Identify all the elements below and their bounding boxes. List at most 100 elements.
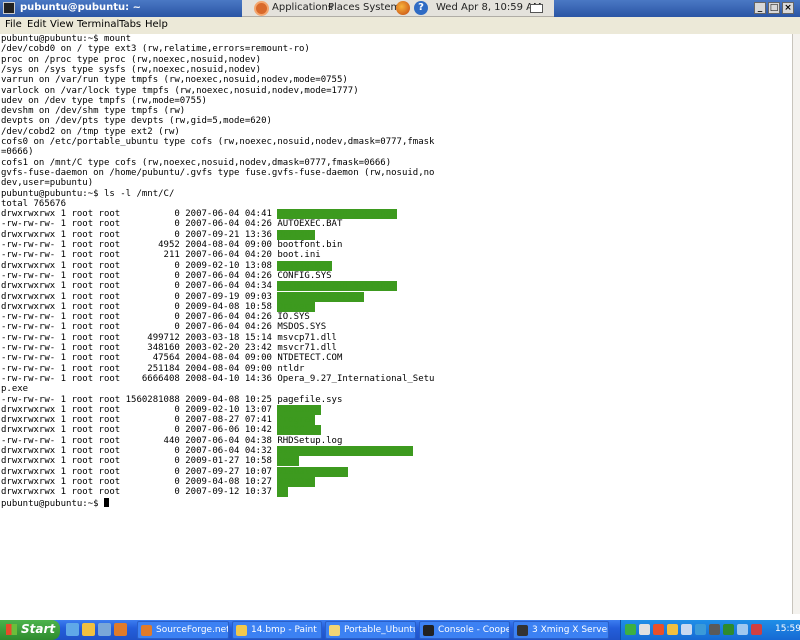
terminal-line: dev,user=pubuntu)	[1, 178, 93, 188]
terminal-line-text: -rw-rw-rw- 1 root root 0 2007-06-04 04:2…	[1, 322, 327, 333]
directory-name: Visual Studio	[277, 466, 348, 477]
taskbar-task-button[interactable]: Console - Cooperati...	[419, 621, 510, 639]
terminal-line: drwxrwxrwx 1 root root 0 2007-06-04 04:3…	[1, 446, 413, 456]
terminal-line-text: drwxrwxrwx 1 root root 0 2007-09-21 13:3…	[1, 229, 278, 240]
terminal-line-text: proc on /proc type proc (rw,noexec,nosui…	[1, 54, 262, 65]
ubuntu-logo-icon[interactable]	[254, 1, 269, 16]
mail-icon[interactable]	[530, 4, 543, 13]
menu-edit[interactable]: Edit	[27, 19, 46, 30]
desktop-quicklaunch-icon[interactable]	[98, 623, 111, 636]
terminal-line-text: drwxrwxrwx 1 root root 0 2007-09-27 10:0…	[1, 466, 278, 477]
terminal-line-text: varrun on /var/run type tmpfs (rw,noexec…	[1, 75, 348, 86]
terminal-line-text: /dev/cobd0 on / type ext3 (rw,relatime,e…	[1, 44, 310, 55]
terminal-line: -rw-rw-rw- 1 root root 47564 2004-08-04 …	[1, 353, 342, 363]
terminal-line: /sys on /sys type sysfs (rw,noexec,nosui…	[1, 65, 261, 75]
task-label: SourceForge.net: P...	[156, 625, 229, 635]
directory-name: WINDOWS	[277, 476, 316, 487]
terminal-line: -rw-rw-rw- 1 root root 6666408 2008-04-1…	[1, 374, 434, 384]
terminal-line: cofs1 on /mnt/C type cofs (rw,noexec,nos…	[1, 158, 391, 168]
directory-name: Downloaded Progs	[277, 291, 365, 302]
tray-icon-3[interactable]	[653, 624, 664, 635]
start-label: Start	[21, 622, 56, 636]
folder-quicklaunch-icon[interactable]	[82, 623, 95, 636]
terminal-line: =0666)	[1, 147, 34, 157]
tray-icon-5[interactable]	[681, 624, 692, 635]
terminal-line-text: -rw-rw-rw- 1 root root 0 2007-06-04 04:2…	[1, 219, 343, 230]
panel-clock[interactable]: Wed Apr 8, 10:59 AM	[436, 2, 542, 13]
close-button[interactable]: ×	[782, 2, 794, 14]
tray-icon-1[interactable]	[625, 624, 636, 635]
maximize-button[interactable]: □	[768, 2, 780, 14]
menu-view[interactable]: View	[50, 19, 74, 30]
terminal-line-text: drwxrwxrwx 1 root root 0 2009-01-27 10:5…	[1, 456, 278, 467]
terminal-line-text: devpts on /dev/pts type devpts (rw,gid=5…	[1, 116, 272, 127]
tray-icon-6[interactable]	[695, 624, 706, 635]
terminal-icon	[3, 2, 15, 14]
taskbar-clock: 15:59	[775, 624, 800, 634]
terminal-line: -rw-rw-rw- 1 root root 251184 2004-08-04…	[1, 364, 304, 374]
start-button[interactable]: Start	[0, 620, 60, 640]
terminal-line: varrun on /var/run type tmpfs (rw,noexec…	[1, 75, 348, 85]
terminal-line-text: drwxrwxrwx 1 root root 0 2007-06-04 04:3…	[1, 281, 278, 292]
windows-flag-icon	[6, 624, 17, 635]
system-menu[interactable]: System	[363, 2, 400, 13]
firefox-quicklaunch-icon[interactable]	[114, 623, 127, 636]
terminal-line-text: /dev/cobd2 on /tmp type ext2 (rw)	[1, 126, 180, 137]
terminal-line-text: drwxrwxrwx 1 root root 0 2009-02-10 13:0…	[1, 404, 278, 415]
terminal-line-text: -rw-rw-rw- 1 root root 4952 2004-08-04 0…	[1, 240, 343, 250]
directory-name: xp	[277, 487, 289, 498]
firefox-icon[interactable]	[396, 1, 410, 15]
directory-name: Drivers	[277, 301, 316, 312]
terminal-line: drwxrwxrwx 1 root root 0 2007-09-12 10:3…	[1, 487, 289, 498]
system-tray: 15:59	[620, 620, 800, 640]
terminal-line: drwxrwxrwx 1 root root 0 2009-02-10 13:0…	[1, 260, 332, 271]
tray-icon-10[interactable]	[751, 624, 762, 635]
terminal-line: devpts on /dev/pts type devpts (rw,gid=5…	[1, 116, 272, 126]
terminal-line-text: pubuntu@pubuntu:~$ mount	[1, 34, 132, 44]
terminal-line-text: drwxrwxrwx 1 root root 0 2009-04-08 10:2…	[1, 476, 278, 487]
menu-terminal[interactable]: Terminal	[77, 19, 119, 30]
menu-help[interactable]: Help	[145, 19, 168, 30]
terminal-line-text: -rw-rw-rw- 1 root root 499712 2003-03-18…	[1, 332, 337, 343]
terminal-line-text: drwxrwxrwx 1 root root 0 2007-09-19 09:0…	[1, 291, 278, 302]
terminal-output[interactable]: pubuntu@pubuntu:~$ mount/dev/cobd0 on / …	[0, 34, 792, 614]
places-menu[interactable]: Places	[328, 2, 360, 13]
terminal-line: -rw-rw-rw- 1 root root 0 2007-06-04 04:2…	[1, 219, 342, 229]
terminal-line: cofs0 on /etc/portable_ubuntu type cofs …	[1, 137, 434, 147]
terminal-line-text: drwxrwxrwx 1 root root 0 2009-02-10 13:0…	[1, 260, 278, 271]
terminal-line: -rw-rw-rw- 1 root root 4952 2004-08-04 0…	[1, 240, 342, 250]
terminal-line: drwxrwxrwx 1 root root 0 2007-09-21 13:3…	[1, 229, 316, 240]
terminal-line: devshm on /dev/shm type tmpfs (rw)	[1, 106, 185, 116]
terminal-line-text: varlock on /var/lock type tmpfs (rw,noex…	[1, 85, 359, 96]
terminal-line-text: devshm on /dev/shm type tmpfs (rw)	[1, 106, 186, 117]
task-label: 3 Xming X Server	[532, 625, 609, 635]
tray-icon-7[interactable]	[709, 624, 720, 635]
menu-tabs[interactable]: Tabs	[119, 19, 141, 30]
terminal-line-text: p.exe	[1, 384, 29, 395]
menu-file[interactable]: File	[5, 19, 22, 30]
terminal-line-text: -rw-rw-rw- 1 root root 211 2007-06-04 04…	[1, 250, 321, 261]
minimize-button[interactable]: _	[754, 2, 766, 14]
terminal-line: drwxrwxrwx 1 root root 0 2007-09-19 09:0…	[1, 291, 365, 302]
applications-menu[interactable]: Applications	[272, 2, 333, 13]
help-icon[interactable]: ?	[414, 1, 428, 15]
taskbar-task-button[interactable]: 3 Xming X Server	[513, 621, 609, 639]
ie-quicklaunch-icon[interactable]	[66, 623, 79, 636]
terminal-line: -rw-rw-rw- 1 root root 1560281088 2009-0…	[1, 395, 342, 405]
terminal-scrollbar[interactable]	[792, 34, 800, 614]
taskbar-task-button[interactable]: SourceForge.net: P...	[137, 621, 229, 639]
terminal-line: pubuntu@pubuntu:~$ ls -l /mnt/C/	[1, 189, 174, 199]
task-app-icon	[517, 625, 528, 636]
tray-icon-2[interactable]	[639, 624, 650, 635]
tray-icon-8[interactable]	[723, 624, 734, 635]
tray-icon-4[interactable]	[667, 624, 678, 635]
terminal-line: drwxrwxrwx 1 root root 0 2007-09-27 10:0…	[1, 466, 348, 477]
taskbar-task-button[interactable]: 14.bmp - Paint	[232, 621, 322, 639]
terminal-line: drwxrwxrwx 1 root root 0 2007-06-04 04:3…	[1, 281, 397, 292]
terminal-line: varlock on /var/lock type tmpfs (rw,noex…	[1, 86, 359, 96]
terminal-line-text: -rw-rw-rw- 1 root root 348160 2003-02-20…	[1, 343, 337, 353]
taskbar-task-button[interactable]: Portable_Ubuntu	[325, 621, 416, 639]
tray-icon-9[interactable]	[737, 624, 748, 635]
terminal-line: -rw-rw-rw- 1 root root 0 2007-06-04 04:2…	[1, 322, 326, 332]
terminal-line: drwxrwxrwx 1 root root 0 2007-08-27 07:4…	[1, 415, 316, 426]
